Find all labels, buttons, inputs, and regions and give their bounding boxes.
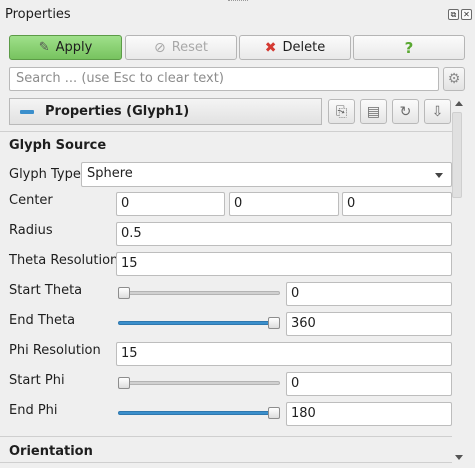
start-phi-slider[interactable] (118, 381, 280, 385)
help-icon: ? (404, 38, 414, 57)
reset-label: Reset (171, 40, 209, 55)
copy-icon: ⎘ (335, 103, 348, 120)
start-phi-slider-handle[interactable] (118, 377, 130, 389)
phi-resolution-label: Phi Resolution (9, 343, 101, 358)
section-divider (0, 131, 452, 132)
end-theta-slider[interactable] (118, 321, 280, 325)
scroll-up-icon[interactable] (455, 101, 463, 106)
paste-icon: ▤ (366, 103, 381, 120)
window-title: Properties (5, 7, 71, 22)
delete-icon: ✖ (264, 39, 277, 56)
dock-grip[interactable] (228, 0, 248, 4)
end-theta-slider-handle[interactable] (268, 317, 280, 329)
apply-button[interactable]: ✎ Apply (9, 35, 122, 60)
properties-panel-header[interactable]: Properties (Glyph1) (9, 98, 322, 125)
end-phi-field[interactable]: 180 (286, 402, 452, 426)
section-divider (0, 436, 452, 437)
search-input[interactable]: Search ... (use Esc to clear text) (9, 67, 439, 91)
copy-button[interactable]: ⎘ (328, 99, 355, 124)
start-theta-field[interactable]: 0 (286, 282, 452, 306)
end-theta-label: End Theta (9, 313, 76, 328)
chevron-down-icon (435, 173, 443, 178)
start-phi-field[interactable]: 0 (286, 372, 452, 396)
end-theta-field[interactable]: 360 (286, 312, 452, 336)
radius-field[interactable]: 0.5 (116, 222, 452, 246)
glyph-source-heading: Glyph Source (9, 138, 107, 153)
center-label: Center (9, 193, 53, 208)
delete-button[interactable]: ✖ Delete (239, 35, 351, 60)
apply-label: Apply (55, 40, 93, 55)
save-default-button[interactable]: ⇩ (424, 99, 451, 124)
float-icon[interactable]: ⧉ (448, 9, 459, 20)
reset-icon: ⊘ (153, 39, 166, 56)
save-default-icon: ⇩ (431, 103, 444, 120)
advanced-settings-button[interactable]: ⚙ (443, 67, 465, 91)
scroll-down-icon[interactable] (455, 455, 463, 460)
section-divider (0, 462, 452, 463)
end-phi-label: End Phi (9, 403, 58, 418)
collapse-icon[interactable] (20, 109, 34, 114)
radius-label: Radius (9, 223, 53, 238)
scroll-thumb[interactable] (452, 112, 462, 198)
phi-resolution-field[interactable]: 15 (116, 342, 452, 366)
panel-title: Properties (Glyph1) (45, 104, 190, 119)
start-phi-label: Start Phi (9, 373, 65, 388)
glyph-type-select[interactable]: Sphere (81, 162, 452, 187)
end-phi-slider-handle[interactable] (268, 407, 280, 419)
paste-button[interactable]: ▤ (360, 99, 387, 124)
help-button[interactable]: ? (353, 35, 465, 60)
end-phi-slider[interactable] (118, 411, 280, 415)
delete-label: Delete (282, 40, 326, 55)
center-y-field[interactable]: 0 (229, 192, 339, 216)
start-theta-label: Start Theta (9, 283, 83, 298)
restore-icon: ↻ (399, 103, 412, 120)
center-z-field[interactable]: 0 (342, 192, 452, 216)
glyph-type-label: Glyph Type (9, 167, 81, 182)
theta-resolution-field[interactable]: 15 (116, 252, 452, 276)
gear-icon: ⚙ (447, 71, 461, 87)
reset-button[interactable]: ⊘ Reset (125, 35, 237, 60)
orientation-heading: Orientation (9, 444, 93, 459)
glyph-type-value: Sphere (87, 166, 133, 181)
start-theta-slider[interactable] (118, 291, 280, 295)
apply-icon: ✎ (38, 40, 50, 55)
center-x-field[interactable]: 0 (116, 192, 225, 216)
restore-button[interactable]: ↻ (392, 99, 419, 124)
theta-resolution-label: Theta Resolution (9, 253, 119, 268)
start-theta-slider-handle[interactable] (118, 287, 130, 299)
close-icon[interactable]: ✕ (461, 9, 472, 20)
